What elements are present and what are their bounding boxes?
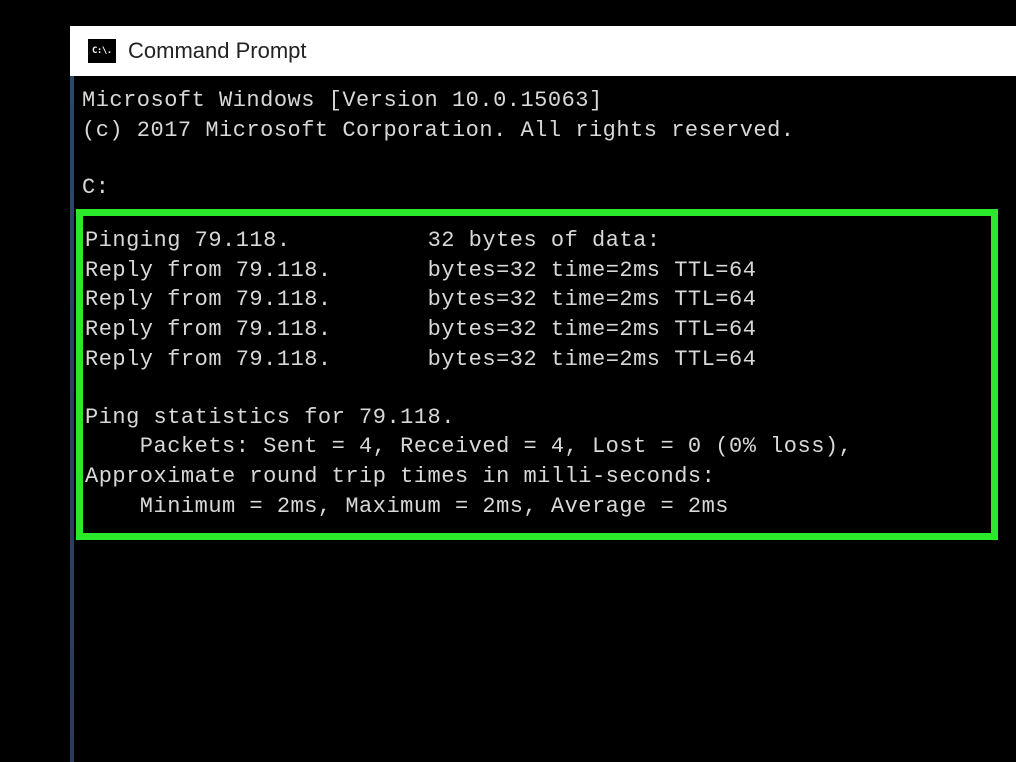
pinging-line: Pinging 79.118. 32 bytes of data: <box>85 226 985 256</box>
reply-line: Reply from 79.118. bytes=32 time=2ms TTL… <box>85 256 985 286</box>
cmd-icon-text: C:\. <box>92 46 112 56</box>
reply-line: Reply from 79.118. bytes=32 time=2ms TTL… <box>85 285 985 315</box>
stats-header: Ping statistics for 79.118. <box>85 403 985 433</box>
ping-highlight-box: Pinging 79.118. 32 bytes of data: Reply … <box>76 209 998 540</box>
prompt-line: C: <box>82 173 1016 203</box>
copyright-line: (c) 2017 Microsoft Corporation. All righ… <box>82 116 1016 146</box>
packets-line: Packets: Sent = 4, Received = 4, Lost = … <box>85 432 985 462</box>
window-title: Command Prompt <box>128 38 307 64</box>
terminal-output[interactable]: Microsoft Windows [Version 10.0.15063] (… <box>78 78 1016 762</box>
rtt-values: Minimum = 2ms, Maximum = 2ms, Average = … <box>85 492 985 522</box>
reply-line: Reply from 79.118. bytes=32 time=2ms TTL… <box>85 345 985 375</box>
reply-line: Reply from 79.118. bytes=32 time=2ms TTL… <box>85 315 985 345</box>
window-left-border <box>70 76 74 762</box>
window-titlebar[interactable]: C:\. Command Prompt <box>70 26 1016 76</box>
cmd-icon: C:\. <box>88 39 116 63</box>
version-line: Microsoft Windows [Version 10.0.15063] <box>82 86 1016 116</box>
rtt-header: Approximate round trip times in milli-se… <box>85 462 985 492</box>
